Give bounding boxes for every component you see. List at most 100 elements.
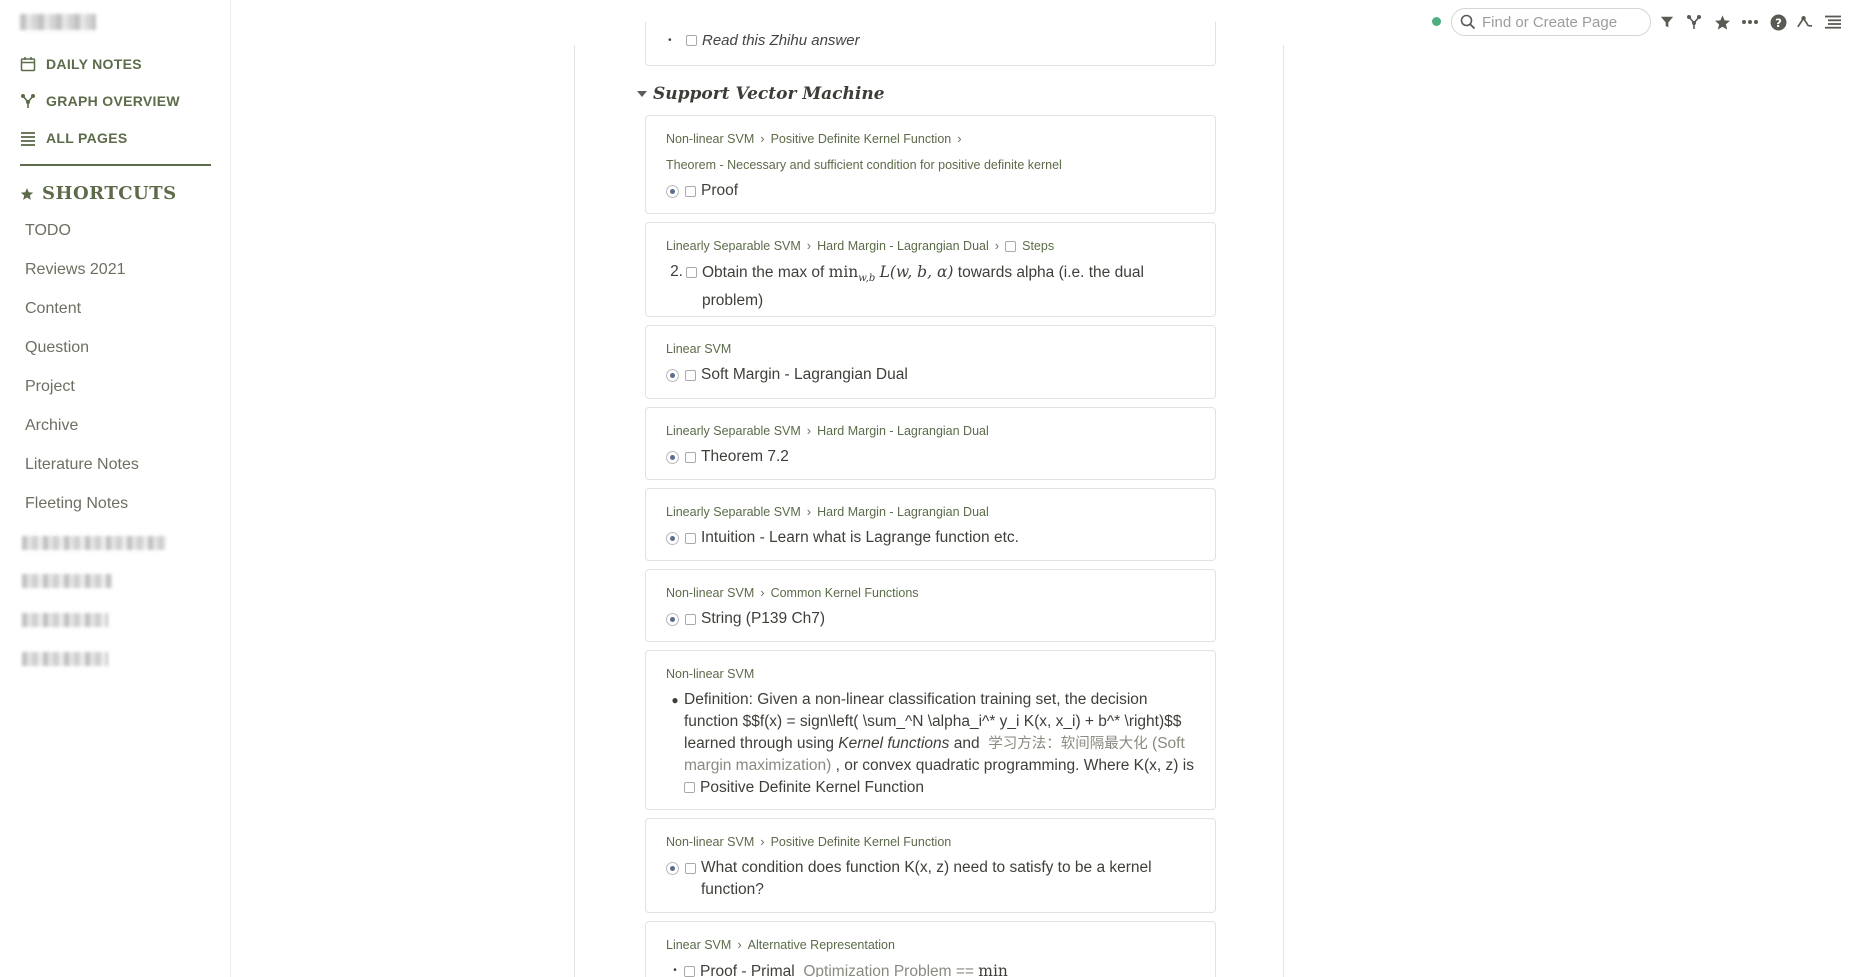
graph-settings-icon[interactable]	[1795, 13, 1813, 31]
block-bullet-icon[interactable]	[666, 185, 679, 198]
breadcrumb-item[interactable]: Linearly Separable SVM	[666, 233, 801, 259]
block-bullet-icon[interactable]	[666, 369, 679, 382]
breadcrumb-item[interactable]: Common Kernel Functions	[771, 580, 919, 606]
shortcut-redacted[interactable]	[22, 574, 112, 588]
breadcrumb-item[interactable]: Non-linear SVM	[666, 580, 754, 606]
block-checkbox[interactable]	[686, 267, 697, 278]
shortcut-reviews-2021[interactable]: Reviews 2021	[25, 261, 126, 279]
breadcrumb-item[interactable]: Non-linear SVM	[666, 661, 754, 687]
content-column-left-border	[574, 45, 575, 977]
block-checkbox[interactable]	[686, 35, 697, 46]
list-icon	[21, 132, 35, 146]
shortcuts-title: SHORTCUTS	[42, 183, 177, 204]
section-title: Support Vector Machine	[653, 84, 885, 104]
chevron-right-icon: ›	[806, 504, 812, 519]
block-row[interactable]: Soft Margin - Lagrangian Dual	[666, 364, 1195, 386]
breadcrumb-item[interactable]: Linear SVM	[666, 932, 731, 958]
breadcrumb-checkbox[interactable]	[1005, 241, 1017, 252]
breadcrumb-item[interactable]: Non-linear SVM	[666, 829, 754, 855]
embedded-block-ref[interactable]: 学习方法：软间隔最大化	[988, 736, 1148, 752]
breadcrumb: Non-linear SVM	[666, 661, 1195, 687]
nav-all-pages-label: ALL PAGES	[46, 130, 128, 146]
breadcrumb-item[interactable]: Positive Definite Kernel Function	[771, 829, 952, 855]
shortcut-redacted[interactable]	[22, 652, 108, 666]
bullet-icon: ●	[671, 693, 679, 707]
section-header[interactable]: Support Vector Machine	[637, 84, 885, 104]
chevron-right-icon: ›	[806, 238, 812, 253]
search-input[interactable]	[1482, 13, 1642, 31]
shortcut-content[interactable]: Content	[25, 300, 81, 318]
block-bullet-icon[interactable]	[666, 532, 679, 545]
filter-icon[interactable]	[1658, 13, 1676, 31]
breadcrumb-item[interactable]: Alternative Representation	[748, 932, 895, 958]
breadcrumb-item[interactable]: Linearly Separable SVM	[666, 418, 801, 444]
block-bullet-icon[interactable]	[666, 862, 679, 875]
nav-graph-overview-label: GRAPH OVERVIEW	[46, 93, 180, 109]
shortcut-todo[interactable]: TODO	[25, 222, 71, 240]
block-checkbox[interactable]	[685, 614, 696, 625]
breadcrumb-item[interactable]: Hard Margin - Lagrangian Dual	[817, 499, 989, 525]
breadcrumb-item[interactable]: Non-linear SVM	[666, 126, 754, 152]
block-row[interactable]: Intuition - Learn what is Lagrange funct…	[666, 527, 1195, 549]
nav-daily-notes[interactable]: DAILY NOTES	[20, 56, 142, 72]
block-checkbox[interactable]	[685, 370, 696, 381]
breadcrumb: Non-linear SVM › Common Kernel Functions	[666, 580, 1195, 606]
shortcuts-header: SHORTCUTS	[20, 183, 177, 204]
kernel-functions-text: Kernel functions	[838, 735, 950, 752]
breadcrumb-item[interactable]: Positive Definite Kernel Function	[771, 126, 952, 152]
chevron-right-icon: ›	[994, 238, 1000, 253]
block-row[interactable]: 2. Obtain the max of minw,b L(w, b, α) t…	[666, 261, 1195, 312]
clipped-block[interactable]: • Read this Zhihu answer	[668, 32, 860, 49]
search-box[interactable]	[1451, 8, 1651, 36]
collapse-toggle-icon[interactable]	[637, 91, 647, 97]
menu-icon[interactable]	[1824, 13, 1842, 31]
block-text: Definition: Given a non-linear classific…	[684, 689, 1195, 799]
breadcrumb-item[interactable]: Linear SVM	[666, 336, 731, 362]
block-checkbox[interactable]	[685, 863, 696, 874]
breadcrumb: Non-linear SVM › Positive Definite Kerne…	[666, 126, 1195, 178]
nav-all-pages[interactable]: ALL PAGES	[20, 130, 128, 146]
shortcut-archive[interactable]: Archive	[25, 417, 78, 435]
shortcut-question[interactable]: Question	[25, 339, 89, 357]
block-row[interactable]: Proof	[666, 180, 1195, 202]
reference-card: Non-linear SVM ● Definition: Given a non…	[645, 650, 1216, 810]
breadcrumb-item[interactable]: Steps	[1022, 233, 1054, 259]
page-link[interactable]: Positive Definite Kernel Function	[700, 779, 924, 796]
breadcrumb-item[interactable]: Hard Margin - Lagrangian Dual	[817, 418, 989, 444]
more-icon[interactable]	[1741, 13, 1759, 31]
branch-icon[interactable]	[1685, 13, 1703, 31]
breadcrumb: Non-linear SVM › Positive Definite Kerne…	[666, 829, 1195, 855]
breadcrumb-item[interactable]: Hard Margin - Lagrangian Dual	[817, 233, 989, 259]
block-row[interactable]: Theorem 7.2	[666, 446, 1195, 468]
block-bullet-icon[interactable]	[666, 613, 679, 626]
block-text: Theorem 7.2	[701, 448, 789, 465]
breadcrumb-item[interactable]: Theorem - Necessary and sufficient condi…	[666, 152, 1062, 178]
block-row[interactable]: String (P139 Ch7)	[666, 608, 1195, 630]
block-checkbox[interactable]	[685, 452, 696, 463]
shortcut-redacted[interactable]	[22, 536, 166, 550]
math-min: min	[978, 962, 1008, 977]
block-text: Proof	[701, 182, 739, 199]
block-checkbox[interactable]	[685, 186, 696, 197]
block-bullet-icon[interactable]	[666, 451, 679, 464]
block-text: Soft Margin - Lagrangian Dual	[701, 366, 908, 383]
star-icon	[20, 187, 34, 200]
reference-card: Linearly Separable SVM › Hard Margin - L…	[645, 488, 1216, 561]
shortcut-redacted[interactable]	[22, 613, 108, 627]
block-checkbox[interactable]	[685, 533, 696, 544]
nav-graph-overview[interactable]: GRAPH OVERVIEW	[20, 93, 180, 109]
help-icon[interactable]: ?	[1769, 13, 1787, 31]
block-row[interactable]: ● Definition: Given a non-linear classif…	[666, 689, 1195, 799]
shortcut-literature-notes[interactable]: Literature Notes	[25, 456, 139, 474]
shortcut-fleeting-notes[interactable]: Fleeting Notes	[25, 495, 128, 513]
bullet-icon: •	[668, 35, 672, 46]
block-checkbox[interactable]	[684, 966, 695, 977]
breadcrumb-item[interactable]: Linearly Separable SVM	[666, 499, 801, 525]
block-row[interactable]: What condition does function K(x, z) nee…	[666, 857, 1195, 901]
reference-card: Linearly Separable SVM › Hard Margin - L…	[645, 222, 1216, 317]
shortcut-project[interactable]: Project	[25, 378, 75, 396]
block-checkbox[interactable]	[684, 782, 695, 793]
block-row[interactable]: • Proof - Primal Optimization Problem ==…	[666, 960, 1195, 977]
star-icon[interactable]	[1713, 13, 1731, 31]
workspace-logo[interactable]	[20, 14, 96, 30]
